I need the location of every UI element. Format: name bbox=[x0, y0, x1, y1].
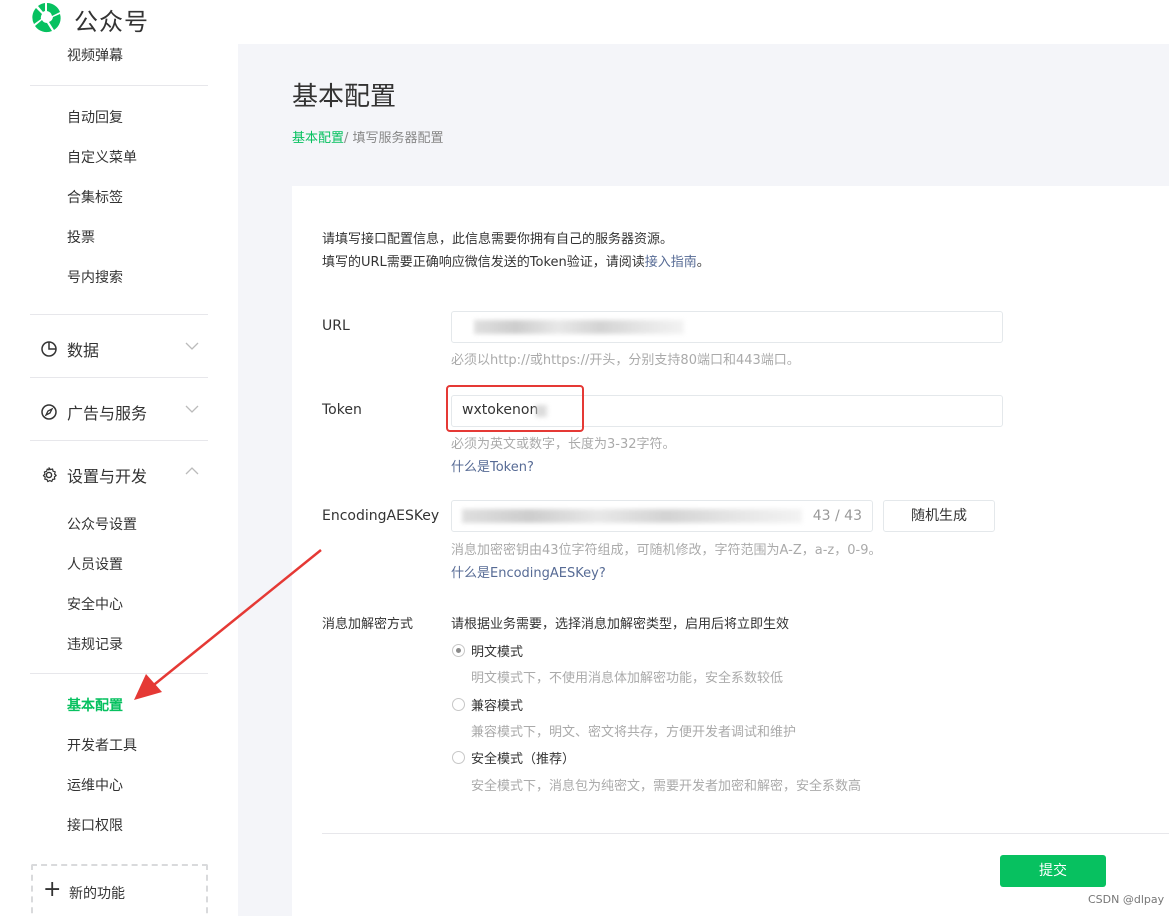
sidebar-item-api-permissions[interactable]: 接口权限 bbox=[67, 815, 123, 835]
aes-key-char-count: 43 / 43 bbox=[812, 508, 862, 524]
sidebar-item-security-center[interactable]: 安全中心 bbox=[67, 594, 123, 614]
sidebar-divider bbox=[30, 314, 208, 315]
encrypt-mode-hint: 请根据业务需要，选择消息加解密类型，启用后将立即生效 bbox=[451, 617, 790, 632]
aes-key-input[interactable]: 43 / 43 bbox=[451, 500, 873, 532]
compass-icon bbox=[41, 404, 57, 420]
plus-icon: + bbox=[43, 877, 62, 902]
radio-button[interactable] bbox=[452, 698, 465, 711]
plaintext-mode-desc: 明文模式下，不使用消息体加解密功能，安全系数较低 bbox=[471, 671, 784, 686]
breadcrumb: 基本配置/ 填写服务器配置 bbox=[292, 127, 444, 146]
breadcrumb-current: 填写服务器配置 bbox=[352, 131, 444, 146]
chevron-down-icon[interactable] bbox=[184, 401, 200, 417]
encrypt-mode-label: 消息加解密方式 bbox=[322, 617, 414, 632]
sidebar-divider bbox=[30, 85, 208, 86]
token-hint: 必须为英文或数字，长度为3-32字符。 bbox=[451, 437, 676, 452]
watermark: CSDN @dlpay bbox=[1088, 893, 1165, 906]
radio-label: 明文模式 bbox=[471, 645, 524, 660]
submit-button[interactable]: 提交 bbox=[1000, 855, 1106, 887]
what-is-aes-key-link[interactable]: 什么是EncodingAESKey? bbox=[451, 562, 606, 581]
secure-mode-desc: 安全模式下，消息包为纯密文，需要开发者加密和解密，安全系数高 bbox=[471, 779, 862, 794]
url-input[interactable] bbox=[451, 311, 1003, 343]
sidebar-item-violation-records[interactable]: 违规记录 bbox=[67, 634, 123, 654]
sidebar-divider bbox=[30, 377, 208, 378]
radio-label: 兼容模式 bbox=[471, 699, 524, 714]
intro-line-2: 填写的URL需要正确响应微信发送的Token验证，请阅读接入指南。 bbox=[322, 251, 710, 274]
sidebar-item-video-danmaku[interactable]: 视频弹幕 bbox=[67, 45, 123, 65]
sidebar-divider bbox=[30, 440, 208, 441]
sidebar-group-settings-dev[interactable]: 设置与开发 bbox=[40, 463, 147, 487]
redacted-aes-key-value bbox=[462, 509, 802, 523]
radio-button-checked[interactable] bbox=[452, 644, 465, 657]
sidebar-item-custom-menu[interactable]: 自定义菜单 bbox=[67, 147, 137, 167]
sidebar-item-ops-center[interactable]: 运维中心 bbox=[67, 775, 123, 795]
gear-icon bbox=[42, 467, 57, 483]
radio-button[interactable] bbox=[452, 751, 465, 764]
aes-key-hint: 消息加密密钥由43位字符组成，可随机修改，字符范围为A-Z，a-z，0-9。 bbox=[451, 543, 882, 558]
sidebar-group-label: 数据 bbox=[67, 341, 100, 360]
breadcrumb-separator: / bbox=[344, 131, 349, 146]
page-title: 基本配置 bbox=[292, 82, 397, 112]
url-label: URL bbox=[322, 318, 350, 334]
random-generate-button[interactable]: 随机生成 bbox=[883, 500, 995, 532]
compatible-mode-desc: 兼容模式下，明文、密文将共存，方便开发者调试和维护 bbox=[471, 725, 797, 740]
token-label: Token bbox=[322, 402, 362, 418]
sidebar-item-developer-tools[interactable]: 开发者工具 bbox=[67, 735, 137, 755]
chevron-down-icon[interactable] bbox=[184, 338, 200, 354]
intro-line-2-suffix: 。 bbox=[696, 255, 710, 270]
breadcrumb-link-basic-config[interactable]: 基本配置 bbox=[292, 131, 344, 146]
sidebar-group-ads-services[interactable]: 广告与服务 bbox=[40, 400, 147, 424]
access-guide-link[interactable]: 接入指南 bbox=[645, 255, 697, 270]
top-bar: 公众号 bbox=[0, 0, 1169, 44]
sidebar-item-auto-reply[interactable]: 自动回复 bbox=[67, 107, 123, 127]
new-features-label: 新的功能 bbox=[69, 886, 125, 902]
token-highlight-box bbox=[446, 385, 584, 432]
sidebar-item-member-settings[interactable]: 人员设置 bbox=[67, 554, 123, 574]
sidebar-item-basic-config[interactable]: 基本配置 bbox=[67, 695, 123, 715]
what-is-token-link[interactable]: 什么是Token? bbox=[451, 456, 534, 475]
pie-chart-icon bbox=[41, 341, 57, 357]
sidebar-item-account-settings[interactable]: 公众号设置 bbox=[67, 514, 137, 534]
new-features-button[interactable]: + 新的功能 bbox=[31, 864, 208, 916]
intro-text: 请填写接口配置信息，此信息需要你拥有自己的服务器资源。 填写的URL需要正确响应… bbox=[322, 228, 710, 274]
sidebar-group-data[interactable]: 数据 bbox=[40, 337, 99, 361]
wechat-mp-logo-icon bbox=[32, 3, 61, 33]
intro-line-2-text: 填写的URL需要正确响应微信发送的Token验证，请阅读 bbox=[322, 255, 645, 270]
sidebar-group-label: 设置与开发 bbox=[67, 467, 148, 486]
url-hint: 必须以http://或https://开头，分别支持80端口和443端口。 bbox=[451, 353, 800, 368]
sidebar: 视频弹幕 自动回复 自定义菜单 合集标签 投票 号内搜索 数据 广告与服务 设置… bbox=[0, 44, 238, 916]
radio-plaintext-mode[interactable]: 明文模式 bbox=[452, 641, 523, 660]
aes-key-label: EncodingAESKey bbox=[322, 508, 440, 524]
chevron-up-icon[interactable] bbox=[184, 463, 200, 479]
server-config-card: 请填写接口配置信息，此信息需要你拥有自己的服务器资源。 填写的URL需要正确响应… bbox=[292, 186, 1169, 916]
redacted-url-value bbox=[474, 320, 684, 334]
radio-secure-mode[interactable]: 安全模式（推荐） bbox=[452, 748, 575, 767]
sidebar-item-in-account-search[interactable]: 号内搜索 bbox=[67, 267, 123, 287]
intro-line-1: 请填写接口配置信息，此信息需要你拥有自己的服务器资源。 bbox=[322, 232, 674, 247]
app-title: 公众号 bbox=[74, 8, 149, 36]
sidebar-group-label: 广告与服务 bbox=[67, 404, 148, 423]
radio-compatible-mode[interactable]: 兼容模式 bbox=[452, 695, 523, 714]
radio-label: 安全模式（推荐） bbox=[471, 752, 576, 767]
sidebar-item-collection-tags[interactable]: 合集标签 bbox=[67, 187, 123, 207]
sidebar-item-vote[interactable]: 投票 bbox=[67, 227, 95, 247]
card-divider bbox=[322, 833, 1169, 834]
sidebar-divider bbox=[30, 673, 208, 674]
